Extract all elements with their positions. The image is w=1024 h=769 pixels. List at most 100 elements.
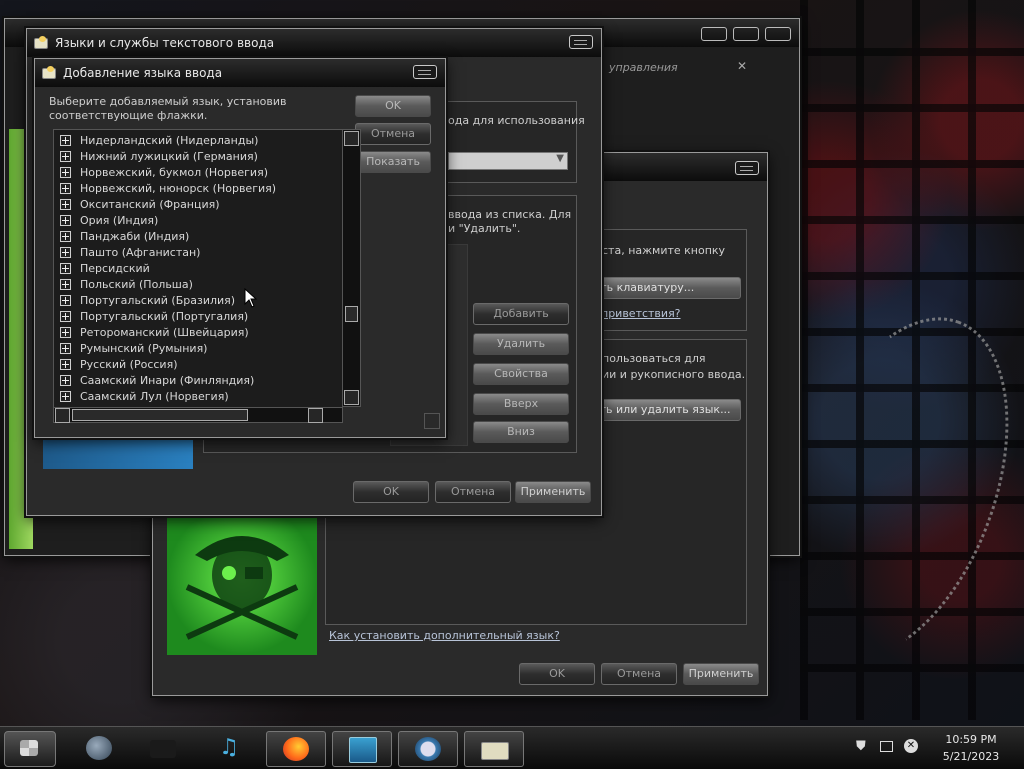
taskbar-language-settings[interactable] [464, 731, 524, 767]
expand-plus-icon[interactable] [60, 246, 71, 258]
installed-hint-line2: и "Удалить". [448, 222, 521, 235]
expand-plus-icon[interactable] [60, 262, 71, 274]
language-item[interactable]: Ория (Индия) [60, 212, 158, 228]
clock-icon [415, 737, 441, 761]
horizontal-scroll-thumb[interactable] [72, 409, 248, 421]
folder-icon [150, 740, 176, 758]
apply-button[interactable]: Применить [683, 663, 759, 685]
header-close-icon[interactable]: ✕ [737, 59, 747, 73]
shield-icon[interactable]: ⛊ [856, 739, 870, 754]
show-button[interactable]: Показать [355, 151, 431, 173]
expand-plus-icon[interactable] [60, 374, 71, 386]
language-item[interactable]: Нижний лужицкий (Германия) [60, 148, 258, 164]
scroll-left-arrow-icon[interactable] [55, 408, 70, 423]
instruction-line1: Выберите добавляемый язык, установив [49, 95, 287, 108]
horizontal-scrollbar[interactable] [53, 407, 343, 423]
taskbar-explorer[interactable] [134, 731, 192, 765]
expand-plus-icon[interactable] [60, 150, 71, 162]
cancel-button[interactable]: Отмена [601, 663, 677, 685]
taskbar-clock-app[interactable] [398, 731, 458, 767]
installed-hint-line1: ввода из списка. Для [448, 208, 572, 221]
mouse-cursor-icon [244, 288, 258, 308]
language-item-label: Панджаби (Индия) [80, 229, 190, 243]
language-item[interactable]: Португальский (Португалия) [60, 308, 248, 324]
expand-plus-icon[interactable] [60, 278, 71, 290]
volume-muted-icon[interactable]: ✕ [904, 739, 918, 753]
language-item[interactable]: Панджаби (Индия) [60, 228, 189, 244]
scroll-up-arrow-icon[interactable] [344, 131, 359, 146]
cancel-button[interactable]: Отмена [355, 123, 431, 145]
expand-plus-icon[interactable] [60, 294, 71, 306]
language-item-label: Ретороманский (Швейцария) [80, 325, 249, 339]
expand-plus-icon[interactable] [60, 358, 71, 370]
default-language-dropdown[interactable]: ▼ [448, 152, 568, 170]
taskbar-internet-explorer[interactable] [70, 731, 128, 765]
close-icon[interactable] [569, 35, 593, 49]
resize-grip-icon[interactable] [424, 413, 440, 429]
add-language-titlebar: Добавление языка ввода [35, 59, 445, 87]
close-icon[interactable] [735, 161, 759, 175]
language-item-label: Португальский (Бразилия) [80, 293, 236, 307]
apply-button[interactable]: Применить [515, 481, 591, 503]
network-icon[interactable] [880, 741, 893, 752]
language-item[interactable]: Ретороманский (Швейцария) [60, 324, 249, 340]
pirate-skull-icon [185, 536, 299, 640]
language-item[interactable]: Норвежский, нюнорск (Норвегия) [60, 180, 276, 196]
properties-button[interactable]: Свойства [473, 363, 569, 385]
language-item[interactable]: Персидский [60, 260, 150, 276]
close-icon[interactable] [413, 65, 437, 79]
start-button[interactable] [4, 731, 56, 767]
expand-plus-icon[interactable] [60, 342, 71, 354]
remove-button[interactable]: Удалить [473, 333, 569, 355]
music-note-icon: ♫ [219, 735, 239, 760]
expand-plus-icon[interactable] [60, 134, 71, 146]
language-item[interactable]: Саамский Инари (Финляндия) [60, 372, 254, 388]
language-item[interactable]: Польский (Польша) [60, 276, 193, 292]
ok-button[interactable]: OK [355, 95, 431, 117]
expand-plus-icon[interactable] [60, 182, 71, 194]
language-tree-list[interactable]: Нидерландский (Нидерланды) Нижний лужицки… [53, 129, 343, 421]
expand-plus-icon[interactable] [60, 198, 71, 210]
maximize-icon[interactable] [733, 27, 759, 41]
cancel-button[interactable]: Отмена [435, 481, 511, 503]
scroll-thumb[interactable] [345, 306, 358, 322]
language-item[interactable]: Пашто (Афганистан) [60, 244, 200, 260]
change-keyboard-button[interactable]: лить клавиатуру... [581, 277, 741, 299]
keyboards-hint: ста, нажмите кнопку [602, 244, 726, 257]
taskbar-control-panel[interactable] [332, 731, 392, 767]
expand-plus-icon[interactable] [60, 230, 71, 242]
language-item[interactable]: Саамский Лул (Норвегия) [60, 388, 229, 404]
expand-plus-icon[interactable] [60, 214, 71, 226]
expand-plus-icon[interactable] [60, 326, 71, 338]
add-button[interactable]: Добавить [473, 303, 569, 325]
clock-date: 5/21/2023 [942, 750, 1000, 763]
ok-button[interactable]: OK [353, 481, 429, 503]
add-remove-language-button[interactable]: вить или удалить язык... [581, 399, 741, 421]
language-item[interactable]: Окситанский (Франция) [60, 196, 220, 212]
language-item[interactable]: Норвежский, букмол (Норвегия) [60, 164, 268, 180]
expand-plus-icon[interactable] [60, 166, 71, 178]
language-item-label: Саамский Инари (Финляндия) [80, 373, 255, 387]
scroll-right-arrow-icon[interactable] [308, 408, 323, 423]
up-button[interactable]: Вверх [473, 393, 569, 415]
expand-plus-icon[interactable] [60, 390, 71, 402]
down-button[interactable]: Вниз [473, 421, 569, 443]
close-icon[interactable] [765, 27, 791, 41]
language-item[interactable]: Русский (Россия) [60, 356, 178, 372]
expand-plus-icon[interactable] [60, 310, 71, 322]
vertical-scrollbar[interactable] [342, 129, 361, 407]
install-language-link[interactable]: Как установить дополнительный язык? [329, 629, 560, 642]
text-services-titlebar: Языки и службы текстового ввода [27, 29, 601, 57]
taskbar-clock[interactable]: 10:59 PM 5/21/2023 [928, 731, 1014, 765]
greeting-link[interactable]: приветствия? [601, 307, 681, 320]
scroll-down-arrow-icon[interactable] [344, 390, 359, 405]
language-item[interactable]: Нидерландский (Нидерланды) [60, 132, 258, 148]
minimize-icon[interactable] [701, 27, 727, 41]
taskbar-media-player[interactable]: ♫ [200, 731, 258, 765]
language-item-label: Нижний лужицкий (Германия) [80, 149, 258, 163]
language-item[interactable]: Румынский (Румыния) [60, 340, 207, 356]
language-item-label: Румынский (Румыния) [80, 341, 208, 355]
language-item[interactable]: Португальский (Бразилия) [60, 292, 235, 308]
ok-button[interactable]: OK [519, 663, 595, 685]
taskbar-firefox[interactable] [266, 731, 326, 767]
